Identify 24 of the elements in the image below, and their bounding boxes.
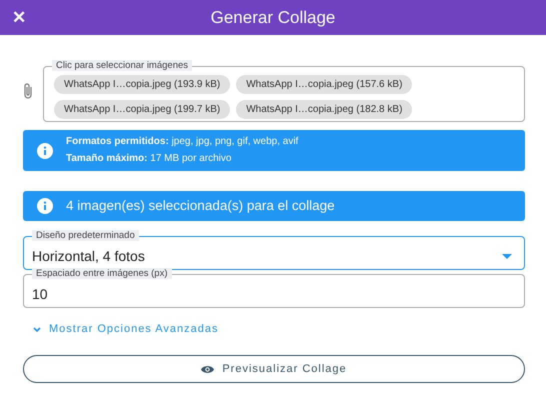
paperclip-icon[interactable]: [23, 82, 33, 100]
close-button[interactable]: ✕: [8, 5, 30, 30]
alert-text: Formatos permitidos: jpeg, jpg, png, gif, webp, avif: [66, 136, 298, 148]
file-chip: WhatsApp I…copia.jpeg (182.8 kB): [236, 100, 412, 119]
file-chip: WhatsApp I…copia.jpeg (199.7 kB): [54, 100, 230, 119]
eye-icon: [201, 364, 214, 374]
layout-select[interactable]: Diseño predeterminado Horizontal, 4 fotos: [23, 230, 525, 270]
field-label: Diseño predeterminado: [32, 230, 139, 242]
preview-button[interactable]: Previsualizar Collage: [23, 355, 525, 384]
alert-text: Tamaño máximo: 17 MB por archivo: [66, 153, 232, 165]
file-chip: WhatsApp I…copia.jpeg (157.6 kB): [236, 75, 412, 94]
field-label: Clic para seleccionar imágenes: [52, 60, 192, 71]
window-title: Generar Collage: [210, 8, 336, 28]
spacing-input-field[interactable]: Espaciado entre imágenes (px) 10: [23, 268, 525, 308]
caret-icon: [502, 254, 512, 259]
chevron-icon: [33, 326, 41, 332]
info-icon: [37, 198, 53, 214]
file-input-field[interactable]: Clic para seleccionar imágenes WhatsApp I…copia.jpeg (193.9 kB) WhatsApp I…copia.jpeg (157.6 kB) WhatsApp I…copia.jpeg (199.7 kB) WhatsApp I…copia.jpeg (182.8 kB): [43, 60, 525, 122]
select-value: Horizontal, 4 fotos: [32, 248, 145, 264]
info-icon: [37, 142, 53, 158]
field-label: Espaciado entre imágenes (px): [32, 268, 172, 280]
file-chip: WhatsApp I…copia.jpeg (193.9 kB): [54, 75, 230, 94]
alert-text: 4 imagen(es) seleccionada(s) para el collage: [66, 198, 335, 214]
field-value: 10: [32, 286, 48, 302]
